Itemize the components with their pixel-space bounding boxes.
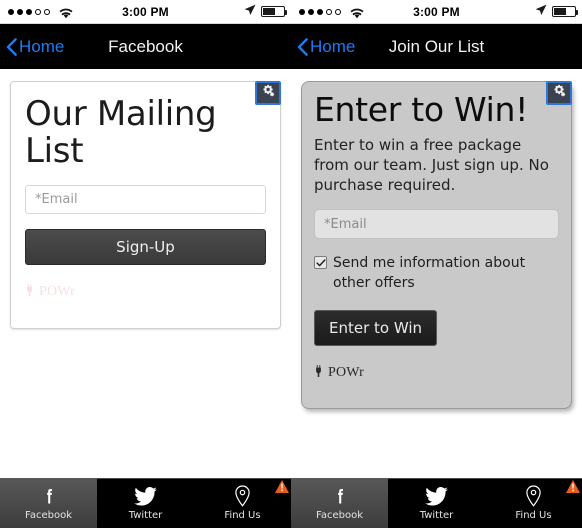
tab-find-us[interactable]: Find Us — [194, 478, 291, 528]
card-title: Enter to Win! — [314, 90, 529, 129]
powr-branding[interactable]: POWr — [314, 364, 559, 382]
screen-facebook: 3:00 PM Home Facebook Our Mailing List *… — [0, 0, 291, 528]
signup-button[interactable]: Sign-Up — [25, 229, 266, 266]
powr-branding[interactable]: POWr — [25, 283, 266, 301]
nav-bar: Home Join Our List — [291, 24, 582, 69]
powr-label: POWr — [39, 284, 76, 300]
plug-icon — [314, 364, 323, 382]
plug-icon — [25, 283, 34, 301]
status-right — [244, 3, 287, 21]
tab-label: Find Us — [224, 510, 261, 521]
tab-find-us[interactable]: Find Us — [485, 478, 582, 528]
status-bar: 3:00 PM — [291, 0, 582, 24]
chevron-left-icon — [297, 37, 308, 56]
powr-label: POWr — [328, 364, 365, 380]
battery-icon — [552, 6, 578, 17]
nav-bar: Home Facebook — [0, 24, 291, 69]
back-button-label: Home — [310, 36, 356, 56]
card-description: Enter to win a free package from our tea… — [314, 136, 549, 195]
settings-badge[interactable] — [546, 81, 572, 105]
twitter-icon — [134, 485, 157, 507]
back-button[interactable]: Home — [0, 37, 64, 57]
location-arrow-icon — [535, 3, 547, 21]
chevron-left-icon — [6, 37, 17, 56]
tab-label: Facebook — [316, 510, 363, 521]
location-arrow-icon — [244, 3, 256, 21]
status-bar: 3:00 PM — [0, 0, 291, 24]
checkbox[interactable] — [314, 256, 327, 270]
screen-join-our-list: 3:00 PM Home Join Our List Enter to Win!… — [291, 0, 582, 528]
tab-facebook[interactable]: Facebook — [0, 478, 97, 528]
offers-checkbox-row[interactable]: Send me information about other offers — [314, 253, 559, 294]
map-pin-icon — [525, 485, 542, 507]
tab-label: Find Us — [515, 510, 552, 521]
email-input[interactable] — [314, 209, 559, 240]
tab-twitter[interactable]: Twitter — [388, 478, 485, 528]
tab-label: Twitter — [419, 510, 454, 521]
battery-icon — [261, 6, 287, 17]
enter-to-win-card: Enter to Win! Enter to win a free packag… — [301, 81, 572, 409]
twitter-icon — [425, 485, 448, 507]
content-area: Enter to Win! Enter to win a free packag… — [291, 69, 582, 478]
warning-triangle-icon[interactable] — [275, 480, 289, 493]
gears-icon — [262, 84, 275, 102]
content-area: Our Mailing List Sign-Up POWr — [0, 69, 291, 478]
enter-to-win-button[interactable]: Enter to Win — [314, 309, 438, 346]
checkbox-label: Send me information about other offers — [333, 255, 526, 292]
tab-label: Facebook — [25, 510, 72, 521]
tab-facebook[interactable]: Facebook — [291, 478, 388, 528]
mailing-list-card: Our Mailing List Sign-Up POWr — [10, 81, 281, 329]
tab-label: Twitter — [128, 510, 163, 521]
status-right — [535, 3, 578, 21]
facebook-icon — [330, 485, 350, 507]
settings-badge[interactable] — [255, 81, 281, 105]
tab-bar: Facebook Twitter Find Us — [291, 478, 582, 528]
back-button[interactable]: Home — [291, 37, 355, 57]
tab-bar: Facebook Twitter Find Us — [0, 478, 291, 528]
card-title: Our Mailing List — [25, 94, 217, 171]
back-button-label: Home — [19, 36, 65, 56]
tab-twitter[interactable]: Twitter — [97, 478, 194, 528]
email-input[interactable] — [25, 185, 266, 215]
map-pin-icon — [234, 485, 251, 507]
gears-icon — [553, 84, 566, 102]
dual-screen-container: 3:00 PM Home Facebook Our Mailing List *… — [0, 0, 582, 528]
facebook-icon — [39, 485, 59, 507]
warning-triangle-icon[interactable] — [566, 480, 580, 493]
